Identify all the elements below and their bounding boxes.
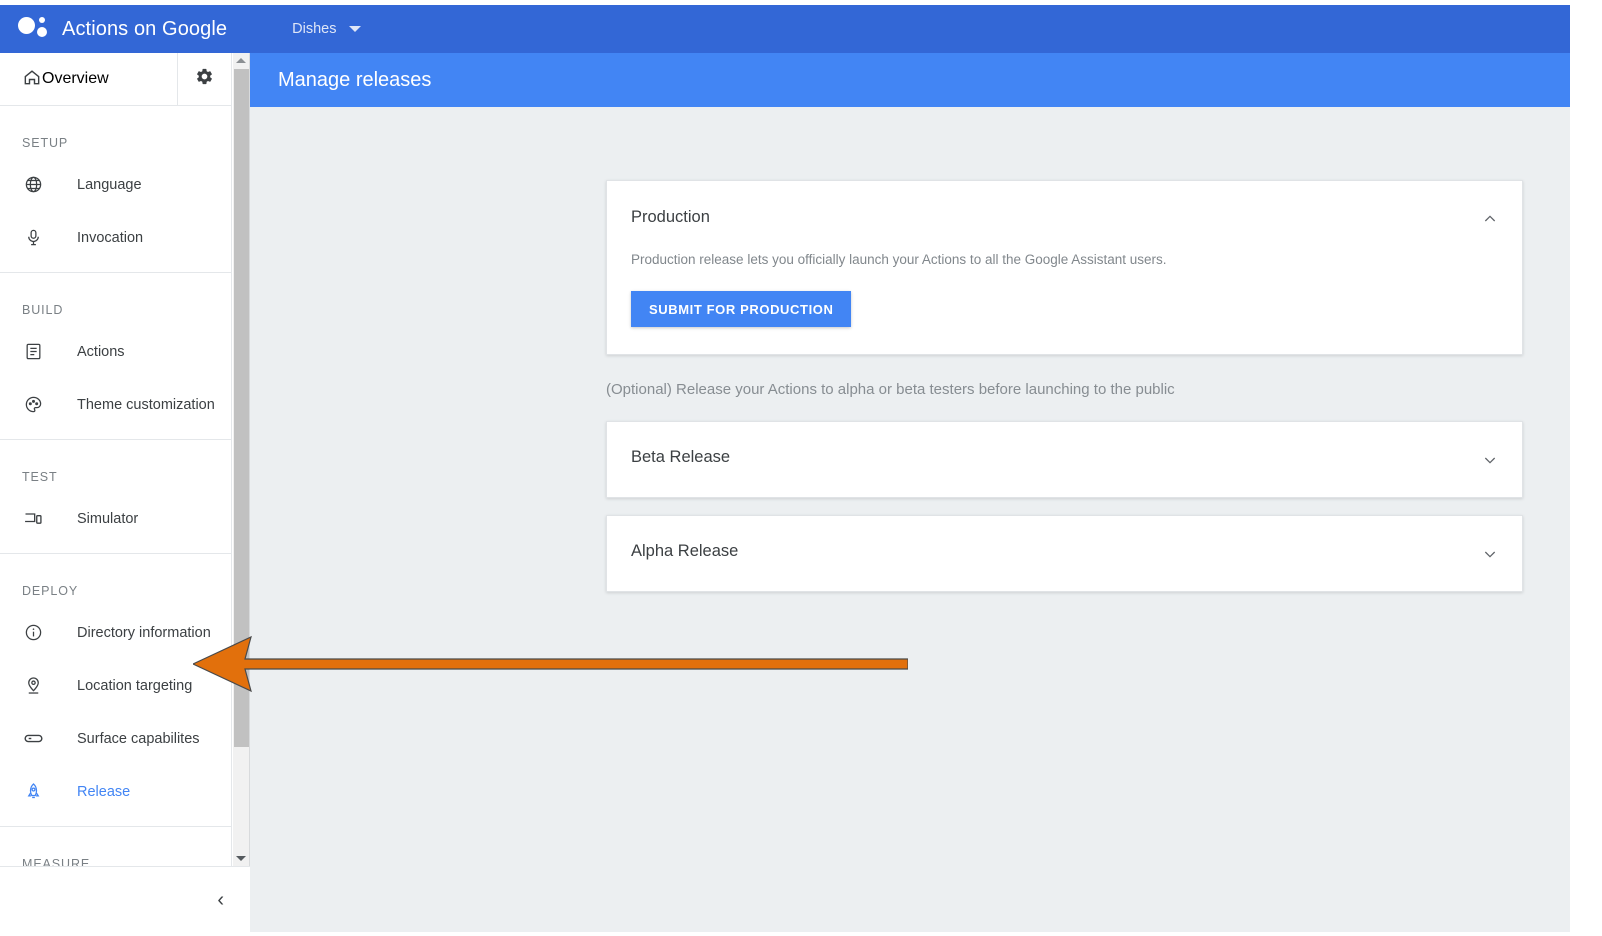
sidebar-item-simulator[interactable]: Simulator <box>0 492 231 545</box>
sidebar-item-theme-customization[interactable]: Theme customization <box>0 378 231 431</box>
surface-icon <box>22 728 44 750</box>
production-release-card: Production Production release lets you o… <box>606 180 1523 355</box>
sidebar-item-label: Simulator <box>77 511 138 527</box>
card-title: Production <box>631 208 710 227</box>
sidebar-item-invocation[interactable]: Invocation <box>0 211 231 264</box>
card-title: Beta Release <box>631 448 730 467</box>
info-circle-icon <box>22 622 44 644</box>
project-name-label: Dishes <box>292 21 336 37</box>
sidebar-item-actions[interactable]: Actions <box>0 325 231 378</box>
sidebar-item-label: Actions <box>77 344 125 360</box>
page-edge-right <box>1570 0 1602 936</box>
app-title: Actions on Google <box>62 18 227 41</box>
sidebar-group-setup: SETUP Language Invocation <box>0 106 231 273</box>
sidebar-item-location-targeting[interactable]: Location targeting <box>0 659 231 712</box>
main-panel: Manage releases Production Production re… <box>250 53 1570 936</box>
devices-icon <box>22 508 44 530</box>
gear-icon <box>195 67 214 91</box>
top-app-bar: Actions on Google Dishes <box>0 5 1570 53</box>
sidebar-group-title: BUILD <box>0 273 231 325</box>
sidebar-group-title: MEASURE <box>0 827 231 866</box>
chevron-down-icon <box>349 26 361 32</box>
chevron-left-icon: ‹ <box>217 890 224 910</box>
beta-release-card[interactable]: Beta Release <box>606 421 1523 498</box>
scroll-up-arrow-icon[interactable] <box>233 53 249 68</box>
sidebar-overview-link[interactable]: Overview <box>0 53 177 105</box>
sidebar-item-label: Release <box>77 784 130 800</box>
chevron-up-icon[interactable] <box>1482 211 1498 227</box>
home-icon <box>22 67 42 92</box>
sidebar-item-label: Location targeting <box>77 678 192 694</box>
chevron-down-icon[interactable] <box>1482 452 1498 468</box>
list-document-icon <box>22 341 44 363</box>
sidebar-group-title: SETUP <box>0 106 231 158</box>
sidebar-item-label: Language <box>77 177 142 193</box>
collapse-sidebar-button[interactable]: ‹ <box>0 866 250 932</box>
microphone-icon <box>22 227 44 249</box>
chevron-down-icon[interactable] <box>1482 546 1498 562</box>
card-description: Production release lets you officially l… <box>631 252 1167 267</box>
sidebar-item-surface-capabilites[interactable]: Surface capabilites <box>0 712 231 765</box>
map-pin-icon <box>22 675 44 697</box>
sidebar-scrollbar[interactable] <box>233 53 250 866</box>
sidebar-item-label: Directory information <box>77 625 211 641</box>
globe-icon <box>22 174 44 196</box>
sidebar-group-deploy: DEPLOY Directory information Location ta… <box>0 554 231 827</box>
sidebar-item-label: Invocation <box>77 230 143 246</box>
submit-for-production-button[interactable]: SUBMIT FOR PRODUCTION <box>631 291 851 327</box>
assistant-dots-icon <box>16 5 60 53</box>
sidebar-group-title: DEPLOY <box>0 554 231 606</box>
project-selector[interactable]: Dishes <box>292 21 361 37</box>
palette-icon <box>22 394 44 416</box>
sidebar-item-directory-information[interactable]: Directory information <box>0 606 231 659</box>
sidebar-item-label: Theme customization <box>77 397 215 413</box>
sidebar-item-overview[interactable]: Overview <box>0 53 231 106</box>
alpha-release-card[interactable]: Alpha Release <box>606 515 1523 592</box>
left-sidebar: Overview SETUP Language <box>0 53 232 866</box>
sidebar-item-language[interactable]: Language <box>0 158 231 211</box>
sidebar-group-measure: MEASURE Analytics <box>0 827 231 866</box>
optional-release-note: (Optional) Release your Actions to alpha… <box>606 381 1175 398</box>
scroll-down-arrow-icon[interactable] <box>233 850 249 866</box>
sidebar-group-title: TEST <box>0 440 231 492</box>
sidebar-overview-label: Overview <box>42 70 109 88</box>
page-header: Manage releases <box>250 53 1570 107</box>
sidebar-item-label: Surface capabilites <box>77 731 200 747</box>
sidebar-group-build: BUILD Actions Theme customization <box>0 273 231 440</box>
sidebar-group-test: TEST Simulator <box>0 440 231 554</box>
page-edge-bottom <box>0 932 1602 936</box>
sidebar-item-release[interactable]: Release <box>0 765 231 818</box>
app-root: Actions on Google Dishes Overview <box>0 0 1602 936</box>
page-title: Manage releases <box>278 69 431 92</box>
rocket-icon <box>22 781 44 803</box>
card-title: Alpha Release <box>631 542 738 561</box>
project-settings-button[interactable] <box>177 53 231 105</box>
scrollbar-thumb[interactable] <box>234 69 249 747</box>
